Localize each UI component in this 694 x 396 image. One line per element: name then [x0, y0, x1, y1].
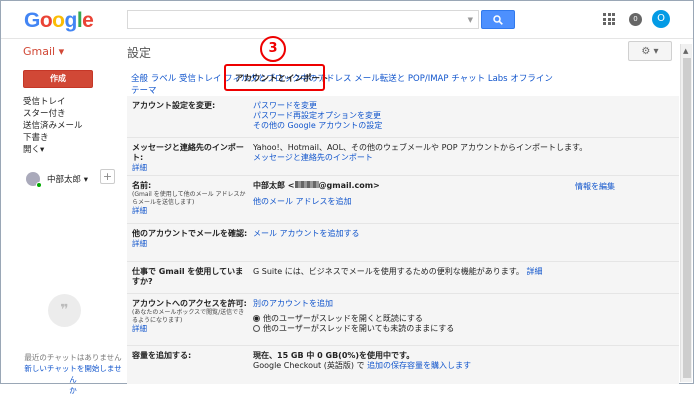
tab-general[interactable]: 全般: [131, 74, 148, 84]
chat-empty-text: 最近のチャットはありません 新しいチャットを開始しませんか: [23, 352, 123, 396]
buy-storage-link[interactable]: 追加の保存容量を購入します: [367, 361, 471, 370]
row-label: メッセージと連絡先のインポート:: [132, 143, 244, 162]
radio-selected-icon[interactable]: [253, 315, 260, 322]
tab-forwarding[interactable]: メール転送と POP/IMAP: [354, 74, 448, 84]
row-label: 名前:: [132, 181, 152, 190]
row-label: アカウント設定を変更:: [132, 101, 216, 110]
sidebar-item-starred[interactable]: スター付き: [23, 108, 83, 120]
row-check-mail: 他のアカウントでメールを確認: 詳細 メール アカウントを追加する: [127, 224, 679, 262]
tab-inbox[interactable]: 受信トレイ: [179, 74, 222, 84]
page-title: 設定: [127, 46, 152, 60]
redacted-email: [294, 181, 319, 188]
search-button[interactable]: [481, 10, 515, 29]
sidebar-item-inbox[interactable]: 受信トレイ: [23, 96, 83, 108]
online-status-icon: [36, 182, 42, 188]
option-keep-unread[interactable]: 他のユーザーがスレッドを開いても未読のままにする: [253, 324, 673, 334]
tab-labels[interactable]: ラベル: [151, 74, 177, 84]
search-icon: [493, 15, 503, 25]
no-chat-label: 最近のチャットはありません: [24, 353, 122, 362]
settings-gear-button[interactable]: ⚙ ▾: [628, 41, 672, 61]
gsuite-details-link[interactable]: 詳細: [526, 267, 542, 276]
search-options-icon[interactable]: ▼: [468, 16, 473, 24]
search-input[interactable]: ▼: [127, 10, 479, 29]
start-chat-link[interactable]: 新しいチャットを開始しませんか: [24, 364, 121, 395]
edit-info-link[interactable]: 情報を編集: [575, 181, 615, 192]
google-logo[interactable]: Google: [24, 9, 94, 33]
row-work: 仕事で Gmail を使用していますか? G Suite には、ビジネスでメール…: [127, 262, 679, 294]
notifications-icon[interactable]: 0: [629, 13, 642, 26]
check-details-link[interactable]: 詳細: [132, 239, 147, 248]
step-callout: 3: [260, 36, 286, 62]
storage-usage: 現在、15 GB 中 0 GB(0%)を使用中です。: [253, 351, 415, 360]
recovery-options-link[interactable]: パスワード再設定オプションを変更: [253, 111, 673, 121]
scroll-up-icon[interactable]: ▲: [683, 47, 688, 55]
tab-chat[interactable]: チャット: [451, 74, 485, 84]
tab-themes[interactable]: テーマ: [131, 84, 157, 96]
scrollbar-thumb[interactable]: [683, 58, 691, 378]
row-change-account: アカウント設定を変更: パスワードを変更 パスワード再設定オプションを変更 その…: [127, 96, 679, 138]
highlight-box: [224, 64, 325, 91]
tab-labs[interactable]: Labs: [488, 74, 508, 84]
row-storage: 容量を追加する: 現在、15 GB 中 0 GB(0%)を使用中です。 Goog…: [127, 346, 679, 384]
name-details-link[interactable]: 詳細: [132, 206, 147, 215]
add-mail-account-link[interactable]: メール アカウントを追加する: [253, 229, 673, 239]
row-label: 容量を追加する:: [132, 351, 192, 360]
import-description: Yahoo!、Hotmail、AOL、その他のウェブメールや POP アカウント…: [253, 143, 588, 152]
grant-note: (あなたのメールボックスで閲覧/送信できるようになります): [132, 309, 245, 324]
change-password-link[interactable]: パスワードを変更: [253, 101, 673, 111]
gsuite-text: G Suite には、ビジネスでメールを使用するための便利な機能があります。: [253, 267, 524, 276]
add-address-link[interactable]: 他のメール アドレスを追加: [253, 197, 673, 207]
row-name: 名前: (Gmail を使用して他のメール アドレスからメールを送信します) 詳…: [127, 176, 679, 224]
name-note: (Gmail を使用して他のメール アドレスからメールを送信します): [132, 191, 246, 206]
top-bar: Google ▼ 0 O: [1, 1, 693, 39]
tab-offline[interactable]: オフライン: [510, 74, 553, 84]
new-chat-button[interactable]: +: [100, 169, 115, 184]
compose-button[interactable]: 作成: [23, 70, 93, 88]
sidebar-nav: 受信トレイ スター付き 送信済みメール 下書き 開く▾: [23, 96, 83, 156]
import-mail-contacts-link[interactable]: メッセージと連絡先のインポート: [253, 153, 673, 163]
vertical-scrollbar[interactable]: ▲: [680, 44, 692, 382]
import-details-link[interactable]: 詳細: [132, 163, 147, 172]
settings-content: アカウント設定を変更: パスワードを変更 パスワード再設定オプションを変更 その…: [127, 96, 679, 384]
option-mark-read[interactable]: 他のユーザーがスレッドを開くと既読にする: [253, 314, 673, 324]
grant-details-link[interactable]: 詳細: [132, 324, 147, 333]
sidebar-item-drafts[interactable]: 下書き: [23, 132, 83, 144]
sidebar-item-more[interactable]: 開く▾: [23, 144, 83, 156]
settings-tabs: 全般 ラベル 受信トレイ アカウントとインポート フィルタとブロック中のアドレス…: [131, 72, 679, 86]
radio-icon[interactable]: [253, 325, 260, 332]
sidebar-item-sent[interactable]: 送信済みメール: [23, 120, 83, 132]
row-label: 仕事で Gmail を使用していますか?: [132, 267, 244, 286]
row-import: メッセージと連絡先のインポート: 詳細 Yahoo!、Hotmail、AOL、その…: [127, 138, 679, 176]
gmail-menu[interactable]: Gmail ▾: [23, 45, 64, 58]
row-label: アカウントへのアクセスを許可:: [132, 299, 247, 308]
apps-grid-icon[interactable]: [603, 13, 615, 25]
account-avatar[interactable]: O: [652, 10, 670, 28]
chat-bubble-icon: ❞: [48, 294, 81, 327]
user-name: 中部太郎 ▾: [47, 175, 88, 185]
row-grant-access: アカウントへのアクセスを許可: (あなたのメールボックスで閲覧/送信できるように…: [127, 294, 679, 346]
add-another-account-link[interactable]: 別のアカウントを追加: [253, 299, 673, 309]
google-account-settings-link[interactable]: その他の Google アカウントの設定: [253, 121, 673, 131]
row-label: 他のアカウントでメールを確認:: [132, 229, 248, 238]
checkout-text: Google Checkout (英語版) で: [253, 361, 365, 370]
